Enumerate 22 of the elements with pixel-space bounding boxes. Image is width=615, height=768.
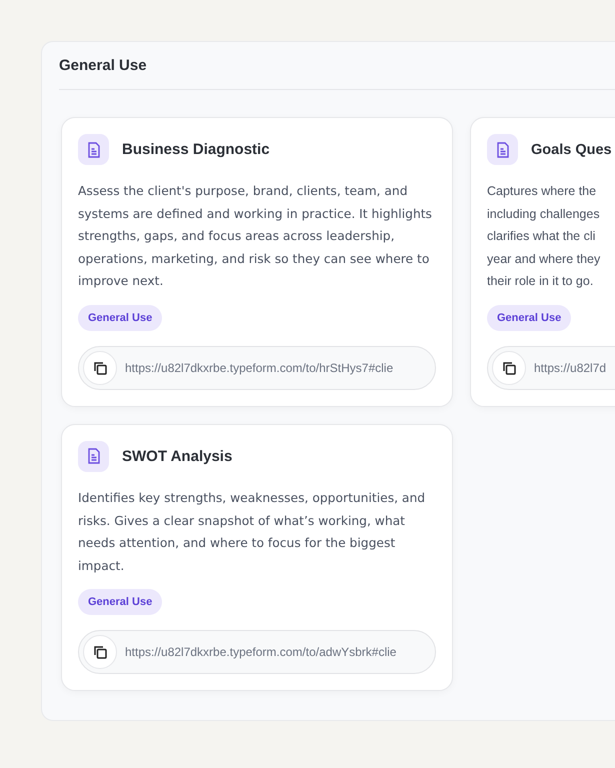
- copy-icon: [92, 360, 108, 376]
- document-icon: [86, 448, 100, 464]
- copy-button[interactable]: [83, 635, 117, 670]
- category-tag: General Use: [78, 304, 162, 331]
- copy-button[interactable]: [83, 350, 117, 385]
- document-icon: [496, 142, 510, 158]
- link-field[interactable]: https://u82l7dkxrbe.typeform.com/to/hrStHys7#clie: [78, 346, 436, 390]
- category-tag: General Use: [487, 304, 572, 331]
- card-title: Goals Ques: [531, 142, 612, 158]
- section-title: General Use: [59, 57, 147, 74]
- copy-icon: [501, 360, 517, 376]
- card-description: Identifies key strengths, weaknesses, opportunities, and risks. Gives a clear snapshot of what’s working, what needs attention, and where to focus for the biggest impact.: [78, 490, 426, 575]
- link-field[interactable]: https://u82l7d: [487, 346, 615, 390]
- card-description: Captures where the including challenges clarifies what the cli year and where they their role in it to go.: [487, 183, 602, 290]
- card-title: Business Diagnostic: [122, 141, 270, 158]
- copy-button[interactable]: [492, 350, 526, 385]
- document-icon: [86, 142, 100, 158]
- card-title: SWOT Analysis: [122, 448, 232, 465]
- copy-icon: [92, 644, 108, 660]
- card-description: Assess the client's purpose, brand, clients, team, and systems are defined and working in practice. It highlights strengths, gaps, and focus areas across leadership, operations, marketing, and risk so they can see where to improve next.: [78, 183, 433, 290]
- link-field[interactable]: https://u82l7dkxrbe.typeform.com/to/adwYsbrk#clie: [78, 630, 436, 674]
- category-tag: General Use: [78, 589, 162, 616]
